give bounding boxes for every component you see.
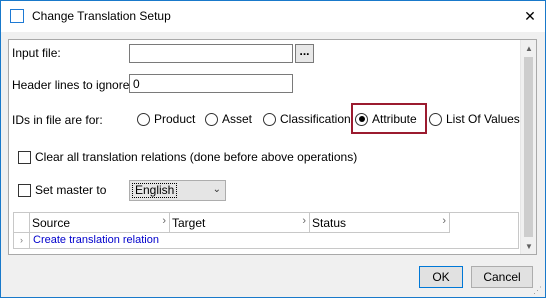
- set-master-checkbox[interactable]: Set master to: [18, 183, 106, 197]
- header-lines-label: Header lines to ignore: [12, 78, 130, 92]
- ok-button[interactable]: OK: [419, 266, 463, 288]
- radio-circle: [137, 112, 150, 126]
- chevron-right-icon: ›: [162, 215, 166, 227]
- radio-circle-checked: [355, 112, 368, 126]
- radio-classification[interactable]: Classification: [263, 112, 351, 126]
- form-panel: ▲ ▼ Input file: ... Header lines to igno…: [8, 39, 537, 255]
- scroll-thumb[interactable]: [524, 57, 533, 237]
- window-icon: [10, 9, 24, 23]
- title-bar[interactable]: Change Translation Setup ✕: [1, 1, 545, 32]
- browse-button[interactable]: ...: [295, 44, 314, 63]
- radio-list-of-values[interactable]: List Of Values: [429, 112, 520, 126]
- create-translation-link[interactable]: Create translation relation: [33, 234, 159, 246]
- ids-for-label: IDs in file are for:: [12, 113, 103, 127]
- input-file-label: Input file:: [12, 46, 61, 60]
- radio-label: Asset: [222, 112, 253, 126]
- resize-grip-icon[interactable]: ⋰: [533, 285, 543, 295]
- column-source[interactable]: Source ›: [30, 213, 170, 233]
- table-row: › Create translation relation: [14, 233, 518, 249]
- scroll-up-icon[interactable]: ▲: [521, 40, 537, 56]
- radio-circle: [429, 112, 442, 126]
- header-lines-field[interactable]: [129, 74, 293, 93]
- cancel-button[interactable]: Cancel: [471, 266, 533, 288]
- radio-label: List Of Values: [446, 112, 520, 126]
- radio-product[interactable]: Product: [137, 112, 195, 126]
- radio-label: Attribute: [372, 112, 417, 126]
- translation-grid: Source › Target › Status › › Create tran…: [13, 212, 519, 249]
- column-label: Status: [312, 216, 347, 230]
- clear-relations-checkbox[interactable]: Clear all translation relations (done be…: [18, 150, 357, 164]
- input-file-field[interactable]: [129, 44, 293, 63]
- chevron-right-icon: ›: [442, 215, 446, 227]
- checkbox-label: Clear all translation relations (done be…: [35, 150, 358, 164]
- checkbox-box: [18, 150, 31, 164]
- radio-attribute[interactable]: Attribute: [355, 112, 417, 126]
- checkbox-label: Set master to: [35, 183, 107, 197]
- close-icon: ✕: [524, 7, 536, 24]
- master-language-value: English: [132, 183, 178, 198]
- chevron-down-icon: ⌄: [212, 184, 221, 195]
- master-language-select[interactable]: English ⌄: [129, 180, 226, 201]
- column-label: Source: [32, 216, 71, 230]
- radio-asset[interactable]: Asset: [205, 112, 252, 126]
- chevron-right-icon: ›: [302, 215, 306, 227]
- radio-label: Product: [154, 112, 196, 126]
- checkbox-box: [18, 183, 31, 197]
- column-label: Target: [172, 216, 206, 230]
- column-status[interactable]: Status ›: [310, 213, 450, 233]
- grid-header: Source › Target › Status ›: [14, 213, 518, 233]
- dialog-window: Change Translation Setup ✕ ▲ ▼ Input fil…: [0, 0, 546, 298]
- radio-circle: [205, 112, 218, 126]
- scroll-down-icon[interactable]: ▼: [521, 238, 537, 254]
- vertical-scrollbar[interactable]: ▲ ▼: [520, 40, 536, 254]
- close-button[interactable]: ✕: [515, 1, 545, 31]
- row-expand-icon[interactable]: ›: [14, 233, 30, 249]
- column-target[interactable]: Target ›: [170, 213, 310, 233]
- grid-corner: [14, 213, 30, 233]
- radio-label: Classification: [280, 112, 351, 126]
- window-title: Change Translation Setup: [32, 9, 171, 23]
- radio-circle: [263, 112, 276, 126]
